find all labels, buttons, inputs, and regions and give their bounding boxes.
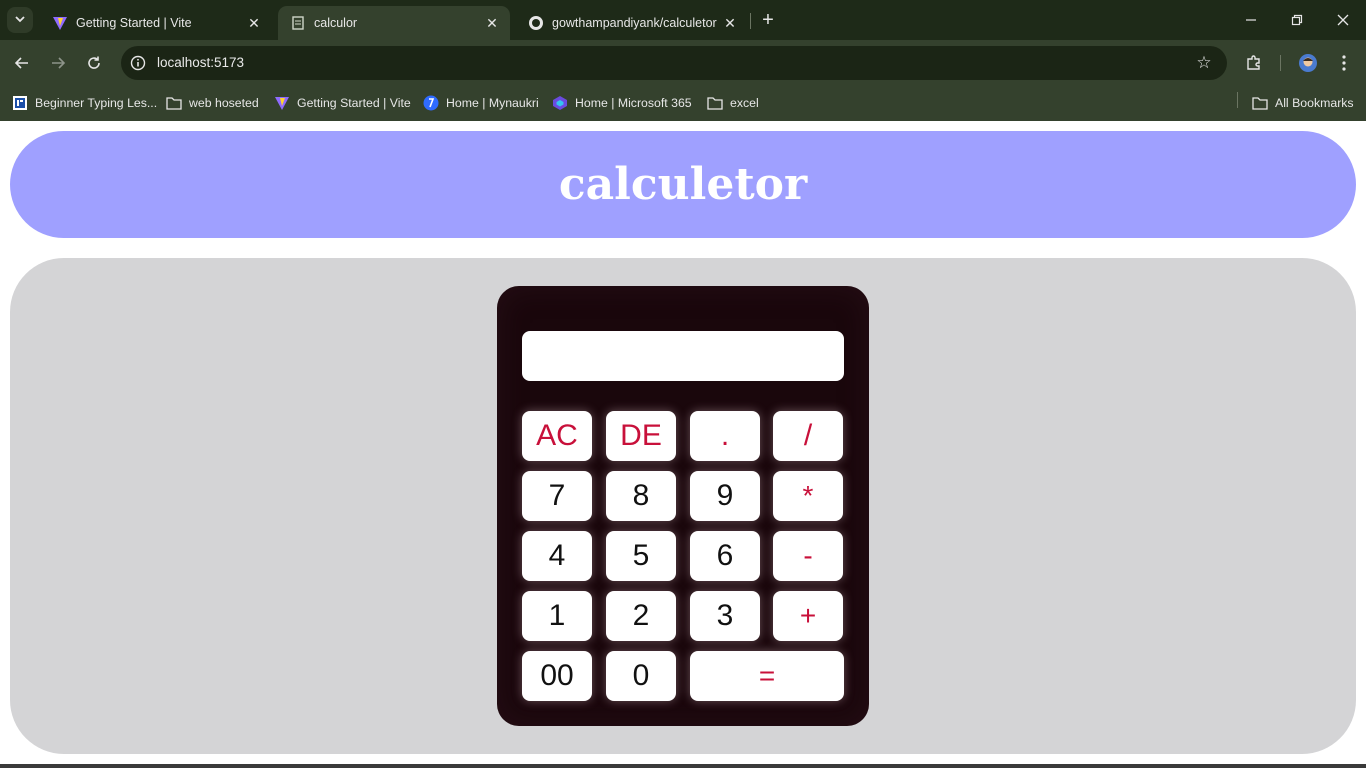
tab-separator (750, 13, 751, 29)
key-2[interactable]: 2 (606, 591, 676, 641)
key-8[interactable]: 8 (606, 471, 676, 521)
key-ac[interactable]: AC (522, 411, 592, 461)
arrow-left-icon (14, 57, 28, 69)
reload-icon (88, 56, 100, 69)
page-header: calculetor (10, 131, 1356, 238)
key-9[interactable]: 9 (690, 471, 760, 521)
bookmark-vite[interactable]: Getting Started | Vite (274, 93, 411, 113)
bookmark-label: web hoseted (189, 96, 259, 110)
tab-github[interactable]: gowthampandiyank/calculetor ✕ (516, 6, 748, 40)
folder-icon (707, 95, 723, 111)
tab-title: calculor (314, 16, 358, 30)
key-6[interactable]: 6 (690, 531, 760, 581)
key-multiply[interactable]: * (773, 471, 843, 521)
key-minus[interactable]: - (773, 531, 843, 581)
calculator-display[interactable] (522, 331, 844, 381)
all-bookmarks[interactable]: All Bookmarks (1252, 93, 1354, 113)
key-5[interactable]: 5 (606, 531, 676, 581)
key-equals[interactable]: = (690, 651, 844, 701)
calculator-body: AC DE . / 7 8 9 * 4 5 6 - 1 2 3 + 00 0 = (497, 286, 869, 726)
vite-icon (274, 95, 290, 111)
plus-icon: + (762, 8, 774, 31)
tab-title: Getting Started | Vite (76, 16, 192, 30)
forward-button[interactable] (44, 49, 72, 77)
vite-icon (52, 15, 68, 31)
key-divide[interactable]: / (773, 411, 843, 461)
menu-button[interactable] (1330, 49, 1358, 77)
key-4[interactable]: 4 (522, 531, 592, 581)
bookmark-excel[interactable]: excel (707, 93, 759, 113)
back-button[interactable] (8, 49, 36, 77)
reload-button[interactable] (80, 49, 108, 77)
microsoft365-icon (552, 95, 568, 111)
restore-button[interactable] (1274, 6, 1320, 34)
github-icon (528, 15, 544, 31)
typing-icon (12, 95, 28, 111)
key-decimal[interactable]: . (690, 411, 760, 461)
close-icon[interactable]: ✕ (482, 13, 502, 33)
bookmark-web-hoseted[interactable]: web hoseted (166, 93, 259, 113)
toolbar-separator (1280, 55, 1281, 71)
key-00[interactable]: 00 (522, 651, 592, 701)
mynaukri-icon (423, 95, 439, 111)
bookmark-microsoft365[interactable]: Home | Microsoft 365 (552, 93, 692, 113)
bookmark-typing[interactable]: Beginner Typing Les... (12, 93, 157, 113)
bookmark-label: Home | Mynaukri (446, 96, 539, 110)
minimize-button[interactable] (1228, 6, 1274, 34)
key-0[interactable]: 0 (606, 651, 676, 701)
url-text[interactable]: localhost:5173 (157, 55, 244, 70)
bookmark-label: excel (730, 96, 759, 110)
folder-icon (1252, 95, 1268, 111)
tab-getting-started[interactable]: Getting Started | Vite ✕ (40, 6, 272, 40)
avatar-icon (1299, 54, 1317, 72)
bookmark-label: Getting Started | Vite (297, 96, 411, 110)
extensions-button[interactable] (1240, 49, 1268, 77)
bookmark-star-icon[interactable]: ☆ (1193, 52, 1215, 74)
tab-title: gowthampandiyank/calculetor (552, 16, 717, 30)
arrow-right-icon (52, 57, 66, 69)
close-icon[interactable]: ✕ (720, 13, 740, 33)
site-info-icon[interactable] (129, 54, 147, 72)
bookmark-label: Beginner Typing Les... (35, 96, 158, 110)
bookmark-mynaukri[interactable]: Home | Mynaukri (423, 93, 539, 113)
minimize-icon (1246, 19, 1256, 21)
restore-icon (1291, 14, 1303, 26)
new-tab-button[interactable]: + (756, 8, 780, 32)
puzzle-icon (1247, 55, 1260, 70)
tab-strip: Getting Started | Vite ✕ calculor ✕ gowt… (0, 0, 1366, 40)
profile-avatar[interactable] (1294, 49, 1322, 77)
page-title: calculetor (558, 159, 808, 210)
bookmark-label: All Bookmarks (1275, 96, 1354, 110)
document-icon (290, 15, 306, 31)
close-window-button[interactable] (1320, 6, 1366, 34)
chevron-down-icon (14, 13, 26, 28)
bookmark-label: Home | Microsoft 365 (575, 96, 692, 110)
tab-calculor[interactable]: calculor ✕ (278, 6, 510, 40)
key-7[interactable]: 7 (522, 471, 592, 521)
tab-search-button[interactable] (7, 7, 33, 33)
browser-toolbar: localhost:5173 ☆ (0, 40, 1366, 86)
folder-icon (166, 95, 182, 111)
close-icon[interactable]: ✕ (244, 13, 264, 33)
key-1[interactable]: 1 (522, 591, 592, 641)
address-bar[interactable]: localhost:5173 ☆ (121, 46, 1227, 80)
more-vertical-icon (1342, 55, 1346, 71)
key-plus[interactable]: + (773, 591, 843, 641)
bookmarks-separator (1237, 92, 1238, 108)
key-3[interactable]: 3 (690, 591, 760, 641)
close-icon (1337, 14, 1349, 26)
bookmarks-bar: Beginner Typing Les... web hoseted Getti… (0, 86, 1366, 121)
key-delete[interactable]: DE (606, 411, 676, 461)
taskbar-edge (0, 764, 1366, 768)
